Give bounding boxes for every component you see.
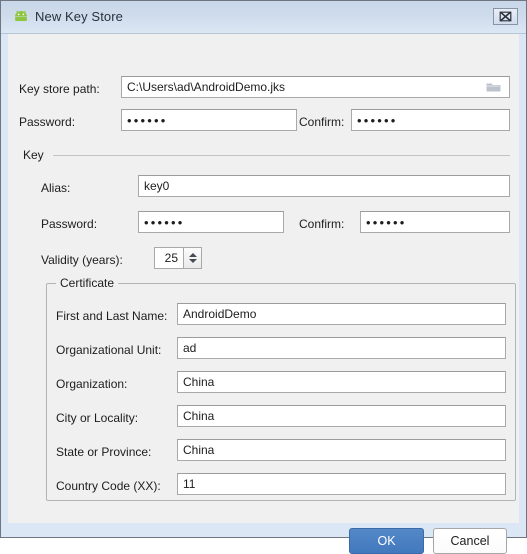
folder-icon[interactable] [486, 81, 501, 93]
key-password-label: Password: [41, 217, 98, 231]
ok-button[interactable]: OK [349, 528, 424, 554]
validity-input[interactable]: 25 [154, 247, 183, 269]
key-confirm-label: Confirm: [299, 217, 345, 231]
cert-first-last-name-input[interactable]: AndroidDemo [177, 303, 506, 325]
key-password-input[interactable]: •••••• [138, 211, 284, 233]
keystore-path-label: Key store path: [19, 82, 100, 96]
cert-city-locality-label: City or Locality: [56, 411, 139, 425]
cert-organization-input[interactable]: China [177, 371, 506, 393]
key-confirm-input[interactable]: •••••• [360, 211, 510, 233]
key-alias-label: Alias: [41, 181, 71, 195]
keystore-path-input[interactable]: C:\Users\ad\AndroidDemo.jks [121, 76, 510, 98]
dialog-content: Key store path: C:\Users\ad\AndroidDemo.… [8, 34, 519, 554]
validity-stepper[interactable]: 25 [154, 247, 202, 269]
title-bar: New Key Store [1, 1, 526, 34]
cert-country-code-label: Country Code (XX): [56, 479, 161, 493]
cert-city-locality-input[interactable]: China [177, 405, 506, 427]
keystore-confirm-input[interactable]: •••••• [351, 109, 510, 131]
keystore-confirm-label: Confirm: [299, 115, 345, 129]
chevron-down-icon[interactable] [188, 259, 197, 263]
cert-first-last-name-label: First and Last Name: [56, 309, 168, 323]
cert-state-province-label: State or Province: [56, 445, 152, 459]
cert-organizational-unit-input[interactable]: ad [177, 337, 506, 359]
keystore-password-input[interactable]: •••••• [121, 109, 297, 131]
cert-state-province-input[interactable]: China [177, 439, 506, 461]
new-key-store-dialog: New Key Store Key store path: C:\Users\a… [0, 0, 527, 554]
key-validity-label: Validity (years): [41, 253, 123, 267]
keystore-password-label: Password: [19, 115, 76, 129]
cert-organizational-unit-label: Organizational Unit: [56, 343, 162, 357]
cancel-button[interactable]: Cancel [433, 528, 507, 554]
key-group-label: Key [23, 148, 49, 162]
cert-country-code-input[interactable]: 11 [177, 473, 506, 495]
certificate-group-label: Certificate [56, 276, 119, 290]
cert-organization-label: Organization: [56, 377, 128, 391]
key-group-divider [53, 155, 510, 156]
close-icon [499, 11, 512, 22]
chevron-up-icon[interactable] [188, 253, 197, 257]
key-alias-input[interactable]: key0 [138, 175, 510, 197]
close-button[interactable] [493, 8, 518, 25]
android-icon [12, 10, 30, 24]
window-title: New Key Store [35, 9, 124, 24]
validity-stepper-buttons[interactable] [183, 247, 202, 269]
